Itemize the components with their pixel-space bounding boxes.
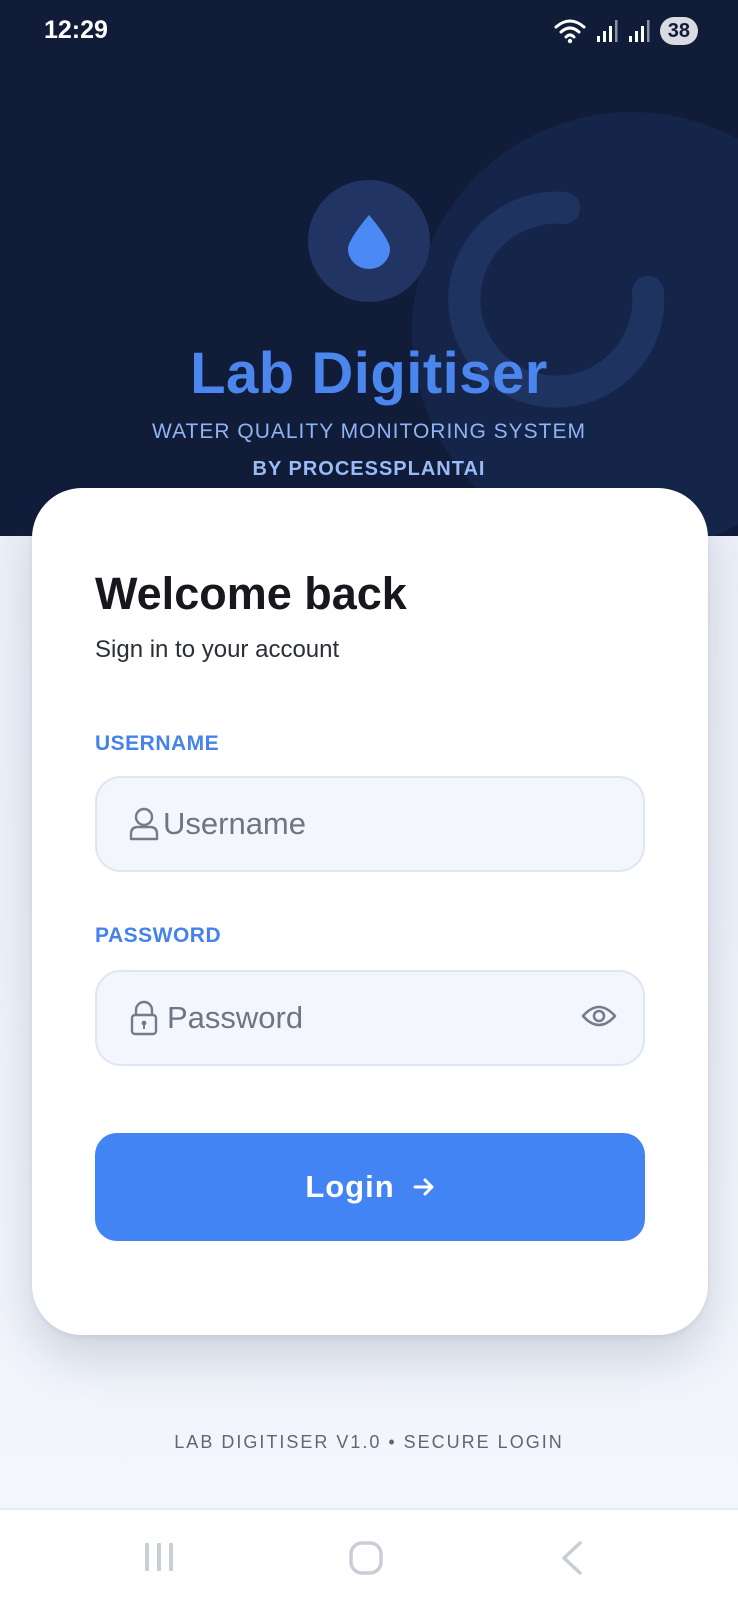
status-icons: 38 (554, 16, 698, 46)
back-icon[interactable] (558, 1540, 584, 1576)
app-by-line: BY PROCESSPLANTAI (252, 458, 486, 480)
arrow-right-icon (413, 1178, 434, 1196)
username-field[interactable] (95, 776, 645, 872)
battery-indicator: 38 (659, 17, 698, 45)
app-logo (308, 180, 430, 302)
signal-2-icon (628, 20, 650, 42)
status-bar: 12:29 38 (0, 0, 738, 62)
password-input[interactable] (167, 1000, 587, 1036)
signin-subheading: Sign in to your account (95, 636, 340, 663)
recent-apps-icon[interactable] (142, 1540, 176, 1574)
wifi-icon (554, 19, 586, 44)
status-time: 12:29 (44, 16, 108, 44)
login-button[interactable]: Login (95, 1133, 645, 1241)
app-title: Lab Digitiser (190, 341, 548, 406)
username-input[interactable] (163, 806, 583, 842)
login-screen: 12:29 38 Lab Digitiser WATER QUALITY MON… (0, 0, 738, 1600)
lock-icon (130, 1000, 158, 1036)
welcome-heading: Welcome back (95, 568, 407, 619)
footer-version: LAB DIGITISER V1.0 • SECURE LOGIN (174, 1432, 564, 1452)
header-hero: 12:29 38 Lab Digitiser WATER QUALITY MON… (0, 0, 738, 536)
password-label: PASSWORD (95, 924, 222, 947)
password-field[interactable] (95, 970, 645, 1066)
home-icon[interactable] (348, 1540, 384, 1576)
app-subtitle: WATER QUALITY MONITORING SYSTEM (152, 420, 586, 443)
eye-icon[interactable] (581, 1002, 617, 1030)
water-drop-icon (348, 215, 390, 269)
login-button-label: Login (305, 1169, 395, 1204)
signal-1-icon (596, 20, 618, 42)
username-label: USERNAME (95, 732, 220, 755)
system-navigation-bar (0, 1508, 738, 1600)
user-icon (129, 807, 159, 841)
login-card: Welcome back Sign in to your account USE… (32, 488, 708, 1335)
